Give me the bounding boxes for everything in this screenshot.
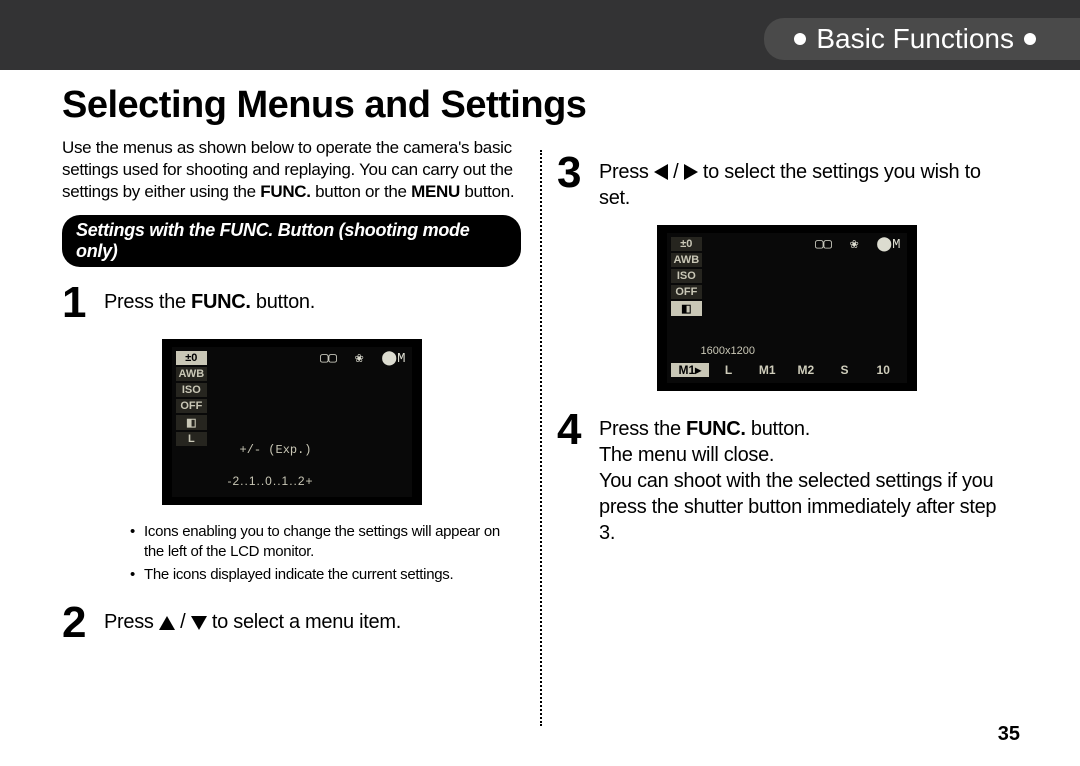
- size-l-tag: L: [176, 432, 208, 446]
- awb-tag: AWB: [176, 367, 208, 381]
- frame-tag: ◧: [671, 301, 703, 316]
- mode-icon: ⬤M: [876, 236, 900, 253]
- dot-icon: [794, 33, 806, 45]
- right-column: 3 Press / to select the settings you wis…: [539, 137, 1016, 655]
- step-number: 4: [557, 408, 599, 452]
- step4-c: button.: [746, 418, 810, 440]
- step4-a: Press the: [599, 418, 686, 440]
- lcd-screenshot-2: ▢▢ ❀ ⬤M ±0 AWB ISO OFF ◧ 1600x1200 M1▸: [657, 225, 917, 396]
- column-divider: [540, 150, 542, 726]
- down-arrow-icon: [191, 616, 207, 630]
- step-2: 2 Press / to select a menu item.: [62, 601, 521, 645]
- up-arrow-icon: [159, 616, 175, 630]
- slash: /: [175, 611, 191, 633]
- iso-tag: ISO: [176, 383, 208, 397]
- step-number: 1: [62, 281, 104, 325]
- off-tag: OFF: [671, 285, 703, 299]
- flower-icon: ❀: [355, 350, 363, 367]
- iso-tag: ISO: [671, 269, 703, 283]
- page-number: 35: [998, 723, 1020, 746]
- step4-func: FUNC.: [686, 418, 746, 440]
- frame-tag: ◧: [176, 415, 208, 430]
- strip-l: L: [709, 363, 748, 377]
- step-3: 3 Press / to select the settings you wis…: [557, 151, 1016, 211]
- step-body: Press the FUNC. button. The menu will cl…: [599, 408, 1016, 546]
- menu-label: MENU: [411, 182, 460, 201]
- slash: /: [668, 161, 684, 183]
- strip-m2: M2: [787, 363, 826, 377]
- strip-m1: M1: [748, 363, 787, 377]
- bullet-list: Icons enabling you to change the setting…: [62, 522, 521, 585]
- left-arrow-icon: [654, 164, 668, 180]
- step1-c: button.: [251, 291, 315, 313]
- strip-10: 10: [864, 363, 903, 377]
- page-title: Selecting Menus and Settings: [62, 84, 1016, 127]
- exposure-tag: ±0: [176, 351, 208, 365]
- resolution-label: 1600x1200: [701, 345, 901, 357]
- bullet-2: The icons displayed indicate the current…: [130, 565, 513, 585]
- awb-tag: AWB: [671, 253, 703, 267]
- intro-text: Use the menus as shown below to operate …: [62, 137, 521, 203]
- strip-m1-sel: M1▸: [671, 363, 710, 377]
- section-tab: Basic Functions: [764, 18, 1080, 60]
- step2-a: Press: [104, 611, 159, 633]
- section-title: Basic Functions: [816, 23, 1014, 55]
- strip-s: S: [825, 363, 864, 377]
- step-body: Press the FUNC. button.: [104, 281, 315, 315]
- overlap-icon: ▢▢: [815, 236, 832, 253]
- left-column: Use the menus as shown below to operate …: [62, 137, 539, 655]
- size-strip: M1▸ L M1 M2 S 10: [671, 361, 903, 379]
- off-tag: OFF: [176, 399, 208, 413]
- dot-icon: [1024, 33, 1036, 45]
- mode-icon: ⬤M: [381, 350, 405, 367]
- func-label: FUNC.: [260, 182, 310, 201]
- lcd-screenshot-1: ▢▢ ❀ ⬤M ±0 AWB ISO OFF ◧ L +/- (Exp.) -2…: [162, 339, 422, 510]
- step-body: Press / to select the settings you wish …: [599, 151, 1016, 211]
- step-body: Press / to select a menu item.: [104, 601, 401, 635]
- step2-b: to select a menu item.: [207, 611, 401, 633]
- step-number: 2: [62, 601, 104, 645]
- exposure-scale: -2..1..0..1..2+: [228, 474, 404, 488]
- step-number: 3: [557, 151, 599, 195]
- step4-d: The menu will close.: [599, 444, 774, 466]
- bullet-1: Icons enabling you to change the setting…: [130, 522, 513, 561]
- right-arrow-icon: [684, 164, 698, 180]
- flower-icon: ❀: [850, 236, 858, 253]
- step-4: 4 Press the FUNC. button. The menu will …: [557, 408, 1016, 546]
- header-bar: Basic Functions: [0, 0, 1080, 70]
- step1-func: FUNC.: [191, 291, 251, 313]
- step-1: 1 Press the FUNC. button.: [62, 281, 521, 325]
- exposure-tag: ±0: [671, 237, 703, 251]
- step4-e: You can shoot with the selected settings…: [599, 470, 996, 544]
- intro-c: button.: [460, 182, 514, 201]
- overlap-icon: ▢▢: [320, 350, 337, 367]
- step3-a: Press: [599, 161, 654, 183]
- intro-b: button or the: [311, 182, 411, 201]
- exposure-label: +/- (Exp.): [240, 443, 312, 457]
- subsection-pill: Settings with the FUNC. Button (shooting…: [62, 215, 521, 267]
- step1-a: Press the: [104, 291, 191, 313]
